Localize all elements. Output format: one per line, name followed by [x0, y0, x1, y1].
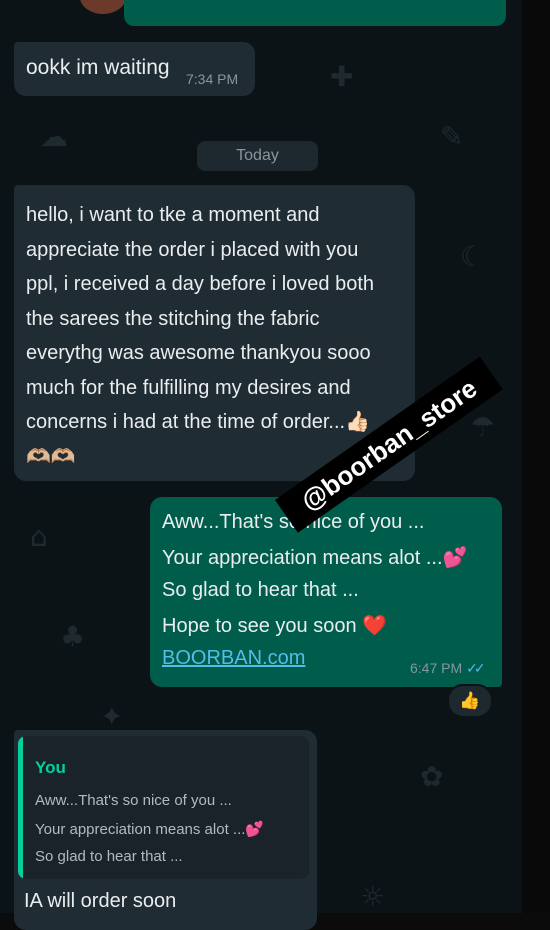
doodle-icon: ☼	[360, 880, 386, 913]
reaction-badge[interactable]: 👍	[447, 684, 493, 718]
message-text: hello, i want to tke a moment and apprec…	[26, 204, 374, 468]
message-meta: 6:47 PM ✓✓	[410, 660, 486, 677]
quote-line: Aww...That's so nice of you ...	[35, 792, 232, 809]
incoming-message[interactable]: You Aww...That's so nice of you ... Your…	[14, 730, 317, 930]
quoted-message[interactable]: You Aww...That's so nice of you ... Your…	[18, 736, 309, 879]
message-line: Your appreciation means alot ...💕	[162, 547, 468, 569]
date-separator: Today	[197, 141, 318, 171]
quote-accent-bar	[18, 736, 23, 879]
incoming-message[interactable]: hello, i want to tke a moment and apprec…	[14, 185, 415, 481]
screen-edge	[522, 0, 550, 913]
doodle-icon: ✚	[330, 60, 354, 93]
doodle-icon: ✦	[100, 700, 124, 733]
website-link[interactable]: BOORBAN.com	[162, 647, 305, 670]
message-line: So glad to hear that ...	[162, 579, 359, 601]
doodle-icon: ⌂	[30, 520, 48, 553]
message-time: 6:47 PM	[410, 660, 463, 676]
outgoing-message[interactable]: Aww...That's so nice of you ... Your app…	[150, 497, 502, 687]
quote-author: You	[35, 758, 66, 777]
doodle-icon: ♣	[60, 620, 86, 653]
doodle-icon: ✎	[440, 120, 464, 153]
doodle-icon: ☾	[460, 240, 486, 273]
previous-outgoing-bubble[interactable]	[124, 0, 506, 26]
quote-line: So glad to hear that ...	[35, 848, 183, 865]
doodle-icon: ☁	[40, 120, 68, 153]
message-line: Hope to see you soon ❤️	[162, 615, 388, 637]
message-time: 7:34 PM	[186, 71, 239, 87]
double-check-icon: ✓✓	[466, 660, 486, 676]
message-text: IA will order soon	[24, 890, 177, 912]
doodle-icon: ☂	[470, 410, 496, 443]
quote-line: Your appreciation means alot ...💕	[35, 821, 265, 838]
doodle-icon: ✿	[420, 760, 444, 793]
message-text: ookk im waiting	[26, 56, 170, 79]
incoming-message[interactable]: ookk im waiting 7:34 PM	[14, 42, 255, 96]
